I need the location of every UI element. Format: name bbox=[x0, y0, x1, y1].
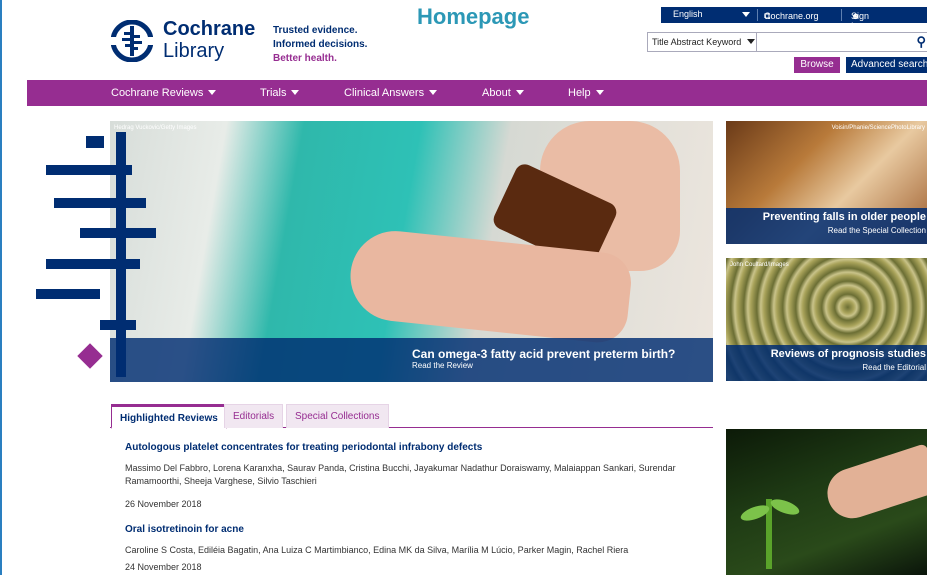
feature-card-image[interactable] bbox=[726, 429, 927, 575]
browse-button[interactable]: Browse bbox=[794, 57, 840, 73]
nav-help[interactable]: Help bbox=[568, 87, 604, 99]
caret-down-icon bbox=[291, 90, 300, 95]
tab-special-collections[interactable]: Special Collections bbox=[286, 404, 389, 428]
search-type-select[interactable]: Title Abstract Keyword bbox=[648, 33, 757, 51]
article-title-link[interactable]: Autologous platelet concentrates for tre… bbox=[125, 442, 705, 453]
nav-label: Clinical Answers bbox=[344, 87, 425, 99]
search-icon[interactable]: ⚲ bbox=[916, 34, 926, 50]
logo-line-1: Cochrane bbox=[163, 18, 256, 40]
tagline-line-2: Informed decisions. bbox=[273, 39, 368, 50]
cochrane-logo-icon bbox=[111, 20, 153, 62]
forest-bar bbox=[86, 136, 104, 148]
hero-title[interactable]: Can omega-3 fatty acid prevent preterm b… bbox=[412, 347, 675, 361]
nav-about[interactable]: About bbox=[482, 87, 524, 99]
forest-bar bbox=[36, 289, 100, 299]
feature-card-falls[interactable]: Voisin/Phanie/SciencePhotoLibrary Preven… bbox=[726, 121, 927, 244]
tab-editorials[interactable]: Editorials bbox=[224, 404, 284, 428]
logo-line-2: Library bbox=[163, 40, 225, 62]
main-nav: Cochrane Reviews Trials Clinical Answers… bbox=[27, 80, 927, 106]
nav-label: Cochrane Reviews bbox=[111, 87, 204, 99]
caret-down-icon bbox=[515, 90, 524, 95]
card-link[interactable]: Read the Special Collection bbox=[828, 226, 926, 235]
divider bbox=[841, 9, 842, 21]
card-title[interactable]: Preventing falls in older people bbox=[763, 211, 926, 223]
forest-bar bbox=[100, 320, 136, 330]
search-input[interactable] bbox=[758, 33, 908, 51]
hand-image bbox=[820, 443, 927, 525]
logo-wordmark: Cochrane Library bbox=[163, 18, 255, 62]
utility-bar: English Cochrane.org ⧉ ☻ Sign In bbox=[661, 7, 927, 31]
card-link[interactable]: Read the Editorial bbox=[862, 363, 926, 372]
article-date: 26 November 2018 bbox=[125, 499, 202, 509]
card-title[interactable]: Reviews of prognosis studies bbox=[771, 348, 926, 360]
hero-caption[interactable]: Can omega-3 fatty acid prevent preterm b… bbox=[110, 338, 713, 382]
list-item: Oral isotretinoin for acne Caroline S Co… bbox=[125, 524, 705, 572]
card-caption: Reviews of prognosis studies Read the Ed… bbox=[726, 345, 927, 381]
search-bar: Title Abstract Keyword ⚲ bbox=[647, 32, 927, 52]
advanced-search-button[interactable]: Advanced search bbox=[846, 57, 927, 73]
forest-plot-graphic bbox=[32, 128, 162, 377]
article-date: 24 November 2018 bbox=[125, 562, 202, 572]
nav-cochrane-reviews[interactable]: Cochrane Reviews bbox=[111, 87, 217, 99]
forest-bar bbox=[80, 228, 156, 238]
hero-link[interactable]: Read the Review bbox=[412, 361, 473, 370]
cochrane-library-logo[interactable]: Cochrane Library bbox=[111, 18, 255, 64]
list-item: Autologous platelet concentrates for tre… bbox=[125, 442, 705, 509]
nav-label: About bbox=[482, 87, 511, 99]
language-select[interactable]: English bbox=[673, 9, 703, 19]
forest-bar bbox=[46, 165, 132, 175]
caret-down-icon bbox=[429, 90, 438, 95]
nav-trials[interactable]: Trials bbox=[260, 87, 300, 99]
leaf-shape bbox=[768, 496, 802, 518]
chevron-down-icon bbox=[746, 39, 755, 44]
cochrane-org-label: Cochrane.org bbox=[764, 11, 819, 21]
page-label: Homepage bbox=[417, 4, 530, 29]
tab-highlighted-reviews[interactable]: Highlighted Reviews bbox=[111, 404, 227, 429]
article-authors: Caroline S Costa, Ediléia Bagatin, Ana L… bbox=[125, 545, 629, 555]
hero-carousel[interactable]: Hedrag Vuckovic/Getty Images Can omega-3… bbox=[110, 121, 713, 382]
image-credit: Voisin/Phanie/SciencePhotoLibrary bbox=[831, 125, 925, 131]
tagline: Trusted evidence. Informed decisions. Be… bbox=[273, 24, 367, 66]
article-title-link[interactable]: Oral isotretinoin for acne bbox=[125, 524, 705, 535]
feature-card-prognosis[interactable]: John Coultard/Images Reviews of prognosi… bbox=[726, 258, 927, 381]
tagline-line-1: Trusted evidence. bbox=[273, 25, 358, 36]
forest-bar bbox=[46, 259, 140, 269]
caret-down-icon bbox=[208, 90, 217, 95]
image-credit: John Coultard/Images bbox=[730, 262, 789, 268]
forest-bar bbox=[54, 198, 146, 208]
external-link-icon: ⧉ bbox=[764, 11, 771, 21]
browser-viewport: Homepage Cochrane Library Trusted eviden… bbox=[0, 0, 927, 575]
card-caption: Preventing falls in older people Read th… bbox=[726, 208, 927, 244]
caret-down-icon bbox=[595, 90, 604, 95]
divider bbox=[757, 9, 758, 21]
nav-label: Help bbox=[568, 87, 591, 99]
nav-clinical-answers[interactable]: Clinical Answers bbox=[344, 87, 438, 99]
tagline-line-3: Better health. bbox=[273, 53, 337, 64]
search-type-value: Title Abstract Keyword bbox=[652, 37, 742, 47]
sign-in-label: Sign In bbox=[851, 11, 870, 31]
content-tabs: Highlighted Reviews Editorials Special C… bbox=[110, 404, 713, 429]
nav-label: Trials bbox=[260, 87, 287, 99]
article-authors: Massimo Del Fabbro, Lorena Karanxha, Sau… bbox=[125, 463, 676, 486]
